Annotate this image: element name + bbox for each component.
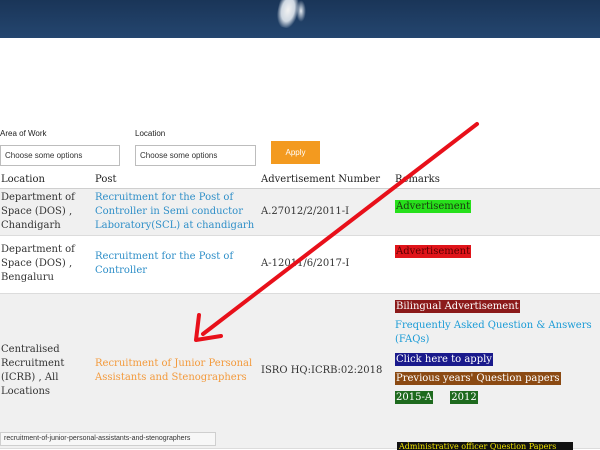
advertisement-link[interactable]: Advertisement	[395, 199, 472, 213]
table-row: Centralised Recruitment (ICRB) , All Loc…	[0, 293, 600, 449]
post-link[interactable]: Recruitment for the Post of Controller	[95, 251, 233, 276]
row-adv-number: A.27012/2/2011-I	[260, 188, 394, 236]
click-to-apply-link[interactable]: Click here to apply	[395, 352, 493, 366]
row-location: Department of Space (DOS) , Bengaluru	[0, 235, 94, 294]
status-bar-url: recruitment-of-junior-personal-assistant…	[0, 432, 216, 446]
table-header-row: Location Post Advertisement Number Remar…	[0, 172, 600, 189]
header-advertisement-number: Advertisement Number	[260, 172, 394, 189]
area-of-work-label: Area of Work	[0, 129, 47, 138]
admin-officer-question-papers-link[interactable]: Administrative officer Question Papers	[397, 442, 573, 450]
header-remarks: Remarks	[394, 172, 600, 189]
row-adv-number: ISRO HQ:ICRB:02:2018	[260, 293, 394, 449]
location-select[interactable]: Choose some options	[135, 145, 256, 166]
table-row: Department of Space (DOS) , Chandigarh R…	[0, 188, 600, 236]
paper-2015a-link[interactable]: 2015-A	[395, 390, 434, 404]
row-location: Centralised Recruitment (ICRB) , All Loc…	[0, 293, 94, 449]
header-location: Location	[0, 172, 94, 189]
row-adv-number: A-12011/6/2017-I	[260, 235, 394, 294]
header-post: Post	[94, 172, 260, 189]
post-link-hovered[interactable]: Recruitment of Junior Personal Assistant…	[95, 358, 252, 383]
recruitment-table: Location Post Advertisement Number Remar…	[0, 172, 600, 449]
post-link[interactable]: Recruitment for the Post of Controller i…	[95, 192, 254, 231]
filter-bar: Area of Work Choose some options Locatio…	[0, 126, 600, 168]
hero-banner	[0, 0, 600, 38]
advertisement-link[interactable]: Advertisement	[395, 244, 472, 258]
apply-button[interactable]: Apply	[271, 141, 320, 164]
bilingual-advertisement-link[interactable]: Bilingual Advertisement	[395, 299, 520, 313]
previous-question-papers-link[interactable]: Previous years' Question papers	[395, 371, 561, 385]
area-of-work-select[interactable]: Choose some options	[0, 145, 120, 166]
faq-link[interactable]: Frequently Asked Question & Answers (FAQ…	[395, 319, 600, 347]
location-label: Location	[135, 129, 166, 138]
table-row: Department of Space (DOS) , Bengaluru Re…	[0, 235, 600, 294]
row-location: Department of Space (DOS) , Chandigarh	[0, 188, 94, 236]
rocket-smoke-image-trail	[296, 0, 306, 22]
paper-2012-link[interactable]: 2012	[450, 390, 478, 404]
